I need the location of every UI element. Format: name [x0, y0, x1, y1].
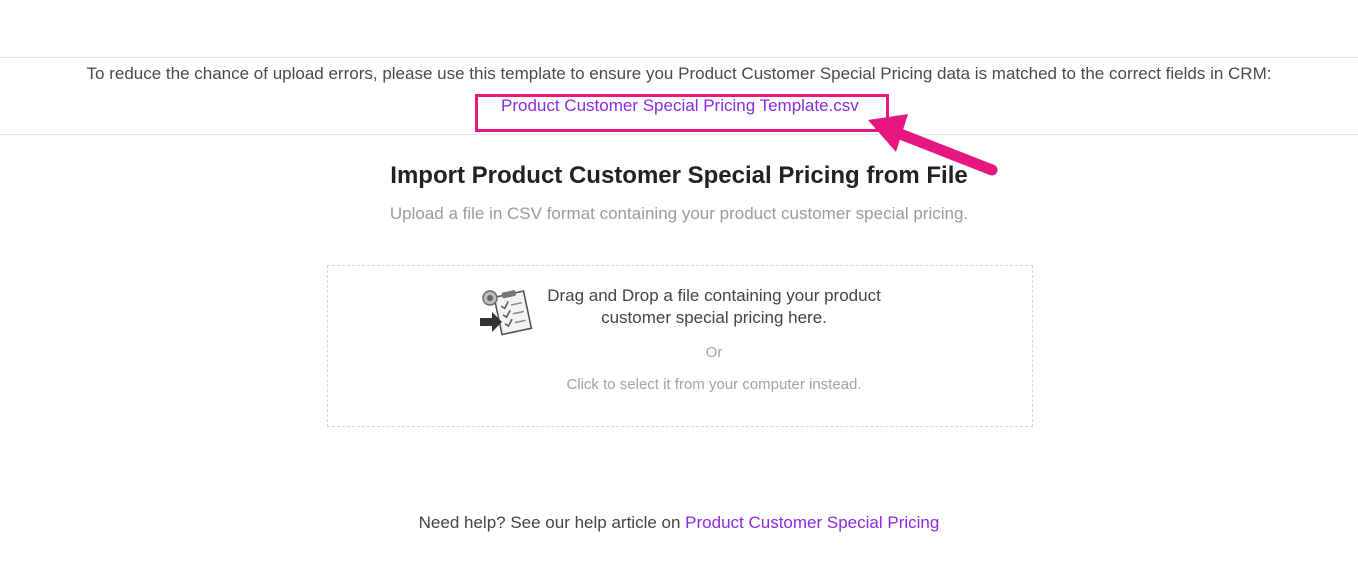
- annotation-highlight-box: [475, 94, 889, 132]
- file-dropzone[interactable]: Drag and Drop a file containing your pro…: [327, 265, 1033, 427]
- dropzone-or-text: Or: [705, 344, 723, 361]
- help-article-link[interactable]: Product Customer Special Pricing: [685, 513, 939, 532]
- import-title: Import Product Customer Special Pricing …: [390, 162, 968, 189]
- dropzone-text-line1: Drag and Drop a file containing your pro…: [547, 286, 881, 305]
- import-subtitle: Upload a file in CSV format containing y…: [389, 204, 969, 223]
- dropzone-click-text[interactable]: Click to select it from your computer in…: [328, 376, 1100, 393]
- help-prefix-text: Need help? See our help article on: [418, 513, 686, 532]
- dropzone-text-line2: customer special pricing here.: [601, 308, 827, 327]
- help-footer: Need help? See our help article on Produ…: [0, 512, 1358, 534]
- template-instructions: To reduce the chance of upload errors, p…: [86, 64, 1272, 83]
- import-page: To reduce the chance of upload errors, p…: [0, 0, 1358, 565]
- file-upload-checklist-icon: [480, 290, 533, 336]
- dropzone-instructions: Drag and Drop a file containing your pro…: [528, 285, 900, 329]
